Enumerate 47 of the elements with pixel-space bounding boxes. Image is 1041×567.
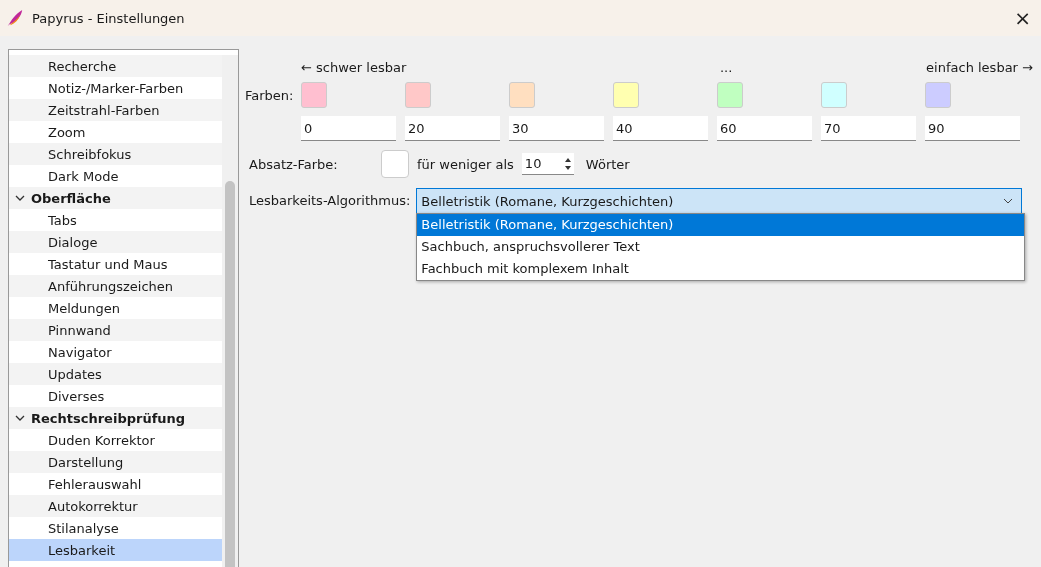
color-swatch[interactable]: [717, 82, 743, 108]
scale-label: einfach lesbar →: [926, 59, 1033, 75]
dropdown-option[interactable]: Belletristik (Romane, Kurzgeschichten): [417, 214, 1025, 236]
feather-logo-icon: [6, 9, 24, 27]
tree-item[interactable]: Fehlerauswahl: [15, 476, 142, 492]
threshold-field[interactable]: 20: [405, 116, 500, 141]
tree-item[interactable]: Notiz-/Marker-Farben: [15, 80, 184, 96]
tree-item[interactable]: Diverses: [15, 388, 105, 404]
scrollbar[interactable]: [222, 55, 238, 567]
field-label: Farben:: [245, 87, 295, 103]
tree-item[interactable]: Navigator: [15, 344, 112, 360]
scale-label: ...: [719, 59, 733, 75]
color-swatch[interactable]: [613, 82, 639, 108]
scrollbar-thumb[interactable]: [225, 181, 235, 567]
tree-item[interactable]: Tabs: [15, 212, 77, 228]
tree-item[interactable]: Meldungen: [15, 300, 121, 316]
threshold-field[interactable]: 90: [925, 116, 1020, 141]
threshold-field[interactable]: 70: [821, 116, 916, 141]
close-button[interactable]: ×: [1006, 6, 1039, 30]
dropdown-option[interactable]: Fachbuch mit komplexem Inhalt: [417, 258, 1025, 280]
field-label: Lesbarkeits-Algorithmus:: [249, 192, 411, 210]
threshold-field[interactable]: 0: [301, 116, 396, 141]
color-swatch[interactable]: [925, 82, 951, 108]
field-label: Wörter: [585, 156, 630, 172]
color-swatch[interactable]: [301, 82, 327, 108]
tree-item[interactable]: Dark Mode: [15, 168, 119, 184]
chevron-icon: [1003, 196, 1014, 206]
color-swatch[interactable]: [381, 150, 409, 178]
field-label: Absatz-Farbe:: [249, 156, 339, 172]
tree-item[interactable]: Tastatur und Maus: [15, 256, 168, 272]
tree-item[interactable]: Duden Korrektor: [15, 432, 155, 448]
scale-label: ← schwer lesbar: [301, 59, 407, 75]
color-swatch[interactable]: [821, 82, 847, 108]
number-spinner[interactable]: 10: [521, 153, 574, 175]
window-title: Papyrus - Einstellungen: [32, 10, 186, 26]
chevron-icon[interactable]: [15, 413, 25, 423]
threshold-field[interactable]: 40: [613, 116, 708, 141]
tree-item[interactable]: Zoom: [15, 124, 86, 140]
color-swatch[interactable]: [405, 82, 431, 108]
chevron-icon[interactable]: [15, 193, 25, 203]
color-swatch[interactable]: [509, 82, 535, 108]
algorithm-dropdown[interactable]: Belletristik (Romane, Kurzgeschichten): [416, 188, 1023, 214]
threshold-field[interactable]: 30: [509, 116, 604, 141]
dropdown-option[interactable]: Sachbuch, anspruchsvollerer Text: [417, 236, 1025, 258]
tree-item[interactable]: Stilanalyse: [15, 520, 119, 536]
threshold-field[interactable]: 60: [717, 116, 812, 141]
field-label: für weniger als: [417, 156, 514, 172]
